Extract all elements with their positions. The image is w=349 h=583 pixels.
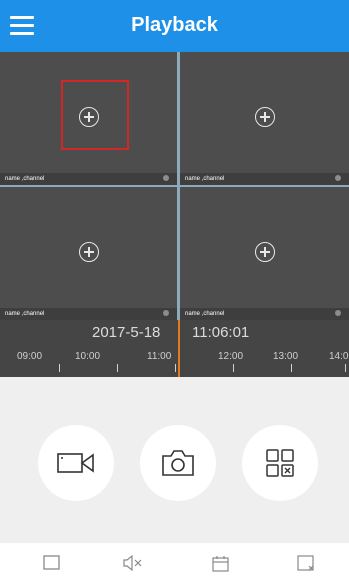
tick-label: 14:00: [329, 351, 349, 362]
timeline-date: 2017-5-18: [92, 324, 161, 341]
status-dot: [335, 310, 341, 316]
layout-button[interactable]: [242, 425, 318, 501]
bottom-toolbar: [0, 543, 349, 583]
tick-label: 09:00: [17, 351, 43, 362]
channel-grid: name ,channel name ,channel name ,channe…: [0, 52, 349, 320]
tick-label: 10:00: [75, 351, 101, 362]
channel-cell[interactable]: name ,channel: [180, 52, 349, 185]
status-dot: [163, 310, 169, 316]
channel-label: name ,channel: [5, 311, 45, 317]
mute-icon[interactable]: [122, 554, 144, 576]
tick-mark: [117, 364, 118, 372]
timeline[interactable]: 2017-5-18 11:06:01 09:00 10:00 11:00 12:…: [0, 320, 349, 377]
tick-mark: [175, 364, 176, 372]
tick-label: 12:00: [218, 351, 244, 362]
control-panel: [0, 377, 349, 543]
app-header: Playback: [0, 0, 349, 52]
tick-label: 13:00: [273, 351, 299, 362]
tick-label: 11:00: [147, 351, 172, 362]
status-dot: [335, 175, 341, 181]
add-channel-icon[interactable]: [254, 241, 275, 262]
page-title: Playback: [131, 14, 218, 36]
channel-cell[interactable]: name ,channel: [180, 187, 349, 320]
add-channel-icon[interactable]: [254, 106, 275, 127]
channel-label: name ,channel: [5, 176, 45, 182]
grid-layout-icon: [266, 449, 294, 477]
channel-label: name ,channel: [185, 176, 225, 182]
video-camera-icon: [57, 453, 94, 473]
calendar-icon[interactable]: [212, 555, 230, 578]
camera-icon: [162, 450, 194, 476]
channel-label: name ,channel: [185, 311, 225, 317]
add-channel-icon[interactable]: [78, 241, 99, 262]
record-button[interactable]: [38, 425, 114, 501]
tick-mark: [345, 364, 346, 372]
channel-cell[interactable]: name ,channel: [0, 187, 177, 320]
tick-mark: [59, 364, 60, 372]
selection-highlight: [61, 80, 129, 150]
tick-mark: [291, 364, 292, 372]
tick-mark: [233, 364, 234, 372]
stop-icon[interactable]: [43, 555, 61, 576]
close-window-icon[interactable]: [297, 555, 317, 578]
status-dot: [163, 175, 169, 181]
snapshot-button[interactable]: [140, 425, 216, 501]
timeline-time: 11:06:01: [192, 324, 250, 341]
timeline-cursor[interactable]: [178, 320, 180, 377]
